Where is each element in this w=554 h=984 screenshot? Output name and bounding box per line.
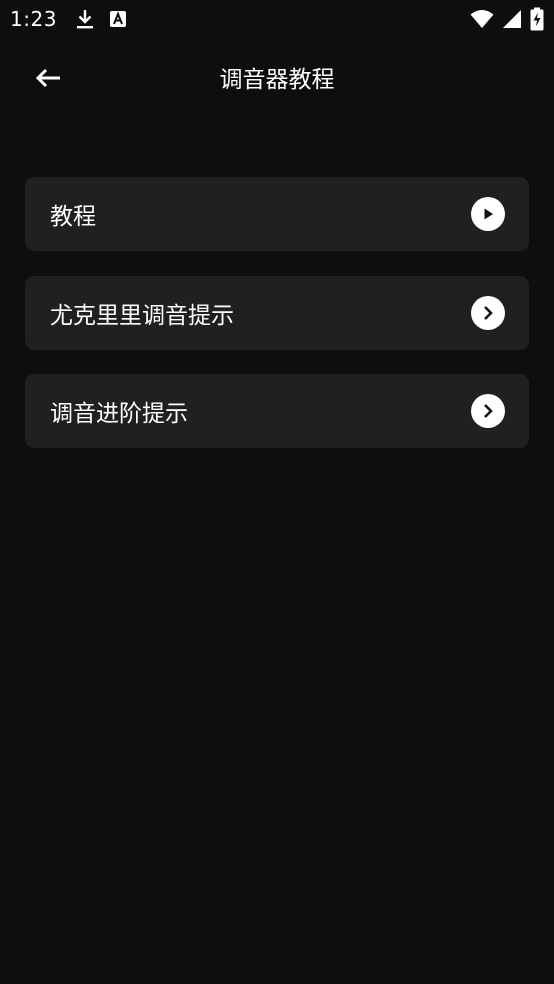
app-bar: 调音器教程 xyxy=(0,50,554,110)
screen: 1:23 调音器教程 教程 尤克里里调音提示 调音进阶提示 xyxy=(0,0,554,984)
menu-item-label: 调音进阶提示 xyxy=(50,401,188,427)
download-icon xyxy=(75,8,95,30)
menu-item-label: 教程 xyxy=(50,204,96,230)
status-bar: 1:23 xyxy=(0,0,554,38)
menu-item-advanced-tuning-tips[interactable]: 调音进阶提示 xyxy=(25,374,529,448)
play-circle-icon[interactable] xyxy=(471,197,505,231)
battery-charging-icon xyxy=(530,7,544,31)
status-right-icons xyxy=(470,7,544,31)
a-badge-icon xyxy=(109,10,127,28)
tutorial-menu-list: 教程 尤克里里调音提示 调音进阶提示 xyxy=(25,177,529,473)
menu-item-tutorial[interactable]: 教程 xyxy=(25,177,529,251)
wifi-icon xyxy=(470,9,494,29)
chevron-right-circle-icon[interactable] xyxy=(471,295,505,330)
status-time: 1:23 xyxy=(10,7,57,31)
chevron-right-circle-icon[interactable] xyxy=(471,394,505,428)
status-left-icons xyxy=(75,8,127,30)
menu-item-label: 尤克里里调音提示 xyxy=(50,302,234,329)
page-title: 调音器教程 xyxy=(219,67,335,93)
signal-icon xyxy=(502,9,522,29)
menu-item-ukulele-tuning-tips[interactable]: 尤克里里调音提示 xyxy=(25,275,529,350)
